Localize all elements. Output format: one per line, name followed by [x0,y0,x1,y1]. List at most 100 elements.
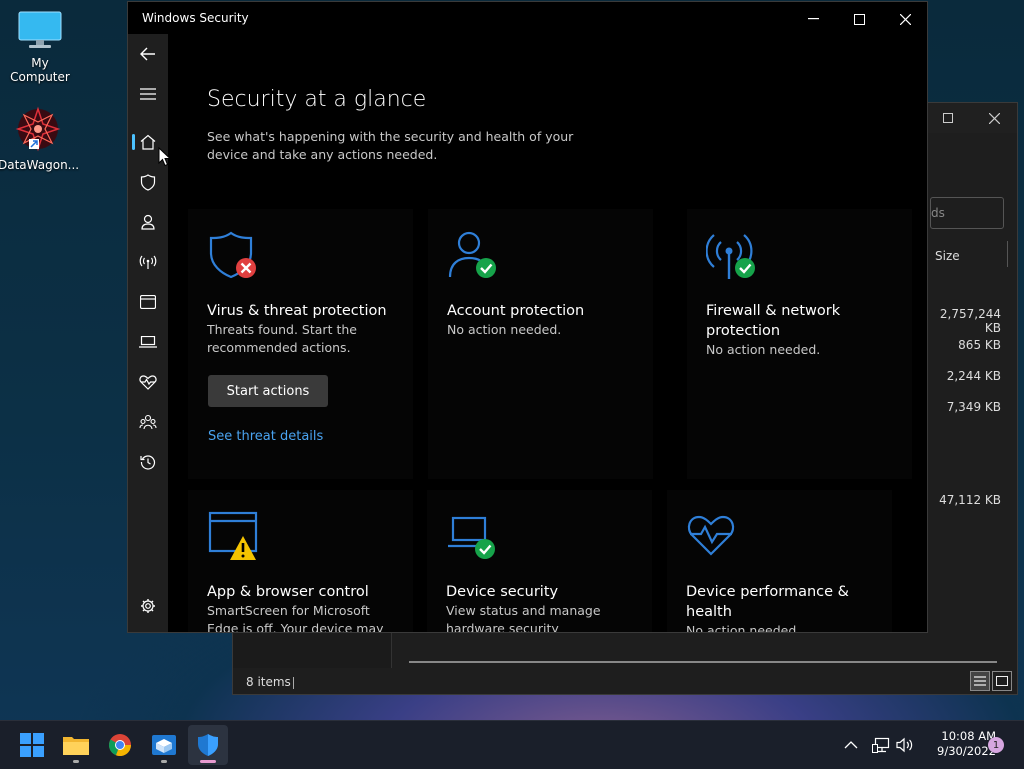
shield-icon [140,173,156,191]
browser-warning-icon [208,511,258,560]
heart-pulse-icon [687,515,735,556]
nav-settings[interactable] [128,586,168,626]
tile-description: No action needed. [706,342,821,357]
page-title: Security at a glance [207,87,427,112]
tile-firewall-network[interactable]: Firewall & network protection No action … [687,209,912,479]
size-cell: 7,349 KB [946,400,1001,414]
page-subtitle: See what's happening with the security a… [207,129,574,162]
history-icon [140,455,156,470]
security-shield-icon [198,734,218,756]
desktop-icon-datawagon[interactable]: DataWagon... [0,106,80,172]
laptop-icon [139,336,157,348]
size-cell: 47,112 KB [939,493,1001,507]
family-icon [139,414,157,430]
chevron-up-icon[interactable] [844,740,858,750]
tile-title: Account protection [447,303,585,319]
nav-family-options[interactable] [128,402,168,442]
start-actions-button[interactable]: Start actions [208,375,328,407]
shield-error-icon [209,231,256,279]
tile-account-protection[interactable]: Account protection No action needed. [428,209,653,479]
taskbar: 10:08 AM 9/30/2022 [0,720,1024,769]
explorer-maximize-button[interactable] [935,107,961,129]
size-cell: 865 KB [958,338,1001,352]
nav-app-browser[interactable] [128,282,168,322]
close-icon [988,112,1000,124]
datawagon-logo-icon [15,106,61,152]
nav-account-protection[interactable] [128,202,168,242]
antenna-check-icon [706,234,755,279]
person-check-icon [448,231,496,278]
nav-device-security[interactable] [128,322,168,362]
mouse-cursor-icon [158,147,172,167]
navigation-sidebar [128,34,168,632]
active-indicator [200,760,216,763]
tile-title: Virus & threat protection [207,303,387,319]
tile-title: App & browser control [207,584,369,600]
explorer-search-input[interactable]: ds [930,197,1004,229]
tile-device-performance[interactable]: Device performance & health No action ne… [667,490,892,633]
tile-description: Threats found. Start the recommended act… [207,322,357,355]
column-divider[interactable] [1007,241,1008,267]
desktop-icon-my-computer[interactable]: My Computer [0,10,80,84]
large-icons-view-icon [996,676,1008,686]
details-view-button[interactable] [970,671,990,691]
home-icon [140,134,156,150]
hamburger-icon [140,88,156,100]
window-title: Windows Security [142,11,249,25]
windows-logo-icon [20,733,44,757]
menu-button[interactable] [128,74,168,114]
monitor-icon [18,11,62,48]
chrome-icon [108,734,132,757]
taskbar-clock[interactable]: 10:08 AM 9/30/2022 [916,729,996,759]
main-content: Security at a glance See what's happenin… [168,34,927,632]
back-arrow-icon [140,47,155,61]
details-view-icon [974,676,986,686]
volume-icon[interactable] [896,737,914,753]
horizontal-scrollbar[interactable] [409,661,997,663]
tile-description: SmartScreen for Microsoft Edge is off. Y… [207,603,384,633]
laptop-check-icon [448,516,495,559]
desktop-icon-label: DataWagon... [0,158,80,172]
windows-security-window[interactable]: Windows Security Security at a glance Se… [127,1,928,633]
explorer-status-count: 8 items [246,675,291,689]
nav-firewall[interactable] [128,242,168,282]
close-icon [899,13,911,25]
status-separator [293,677,294,689]
tile-virus-threat-protection[interactable]: Virus & threat protection Threats found.… [188,209,413,479]
tile-description: No action needed. [447,322,562,337]
clock-time: 10:08 AM [941,729,996,743]
taskbar-windows-security[interactable] [188,725,228,765]
nav-virus-protection[interactable] [128,162,168,202]
column-header-size[interactable]: Size [935,249,960,263]
window-titlebar[interactable]: Windows Security [128,2,927,34]
tile-title: Firewall & network protection [706,303,841,339]
tile-title: Device security [446,584,559,600]
taskbar-installer-app[interactable] [144,725,184,765]
browser-window-icon [140,295,156,309]
network-icon[interactable] [872,737,890,753]
close-button[interactable] [882,6,927,32]
folder-icon [63,737,89,755]
notification-badge[interactable]: 1 [988,737,1004,753]
minimize-button[interactable] [790,6,836,32]
tile-description: View status and manage hardware security… [446,603,601,633]
nav-protection-history[interactable] [128,442,168,482]
clock-date: 9/30/2022 [937,744,996,758]
explorer-close-button[interactable] [981,107,1007,129]
taskbar-chrome[interactable] [100,725,140,765]
gear-icon [141,599,155,613]
start-button[interactable] [12,725,52,765]
tile-device-security[interactable]: Device security View status and manage h… [427,490,652,633]
see-threat-details-link[interactable]: See threat details [208,429,323,444]
package-box-icon [152,735,176,755]
large-icons-view-button[interactable] [992,671,1012,691]
heart-pulse-icon [139,375,157,390]
nav-device-performance[interactable] [128,362,168,402]
tile-app-browser-control[interactable]: App & browser control SmartScreen for Mi… [188,490,413,633]
tile-description: No action needed. [686,623,801,633]
maximize-button[interactable] [836,6,882,32]
size-cell: 2,757,244 KB [939,307,1001,335]
taskbar-file-explorer[interactable] [56,725,96,765]
minimize-icon [807,18,819,20]
back-button[interactable] [128,34,168,74]
